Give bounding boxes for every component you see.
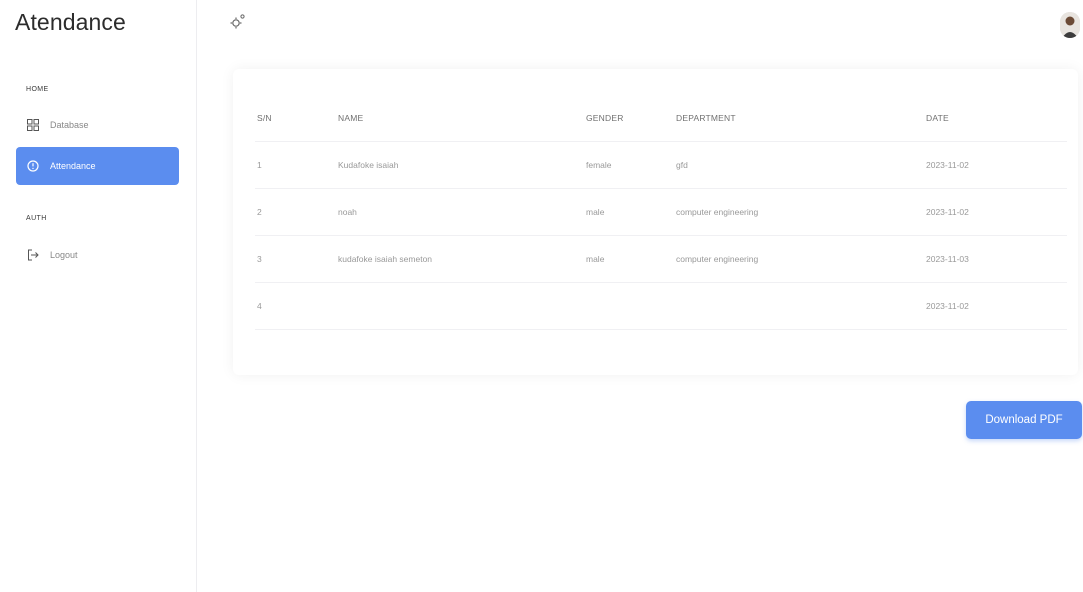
table-row: 4 2023-11-02 xyxy=(255,282,1067,330)
cell-department: computer engineering xyxy=(676,235,926,283)
cell-sn: 2 xyxy=(255,188,338,236)
table-row: 1 Kudafoke isaiah female gfd 2023-11-02 xyxy=(255,141,1067,189)
column-header-gender: GENDER xyxy=(586,95,676,142)
cell-date: 2023-11-02 xyxy=(926,282,1067,330)
column-header-department: DEPARTMENT xyxy=(676,95,926,142)
column-header-name: NAME xyxy=(338,95,586,142)
section-label-auth: AUTH xyxy=(26,215,47,222)
app-title: Atendance xyxy=(15,9,126,35)
cell-sn: 3 xyxy=(255,235,338,283)
sidebar-item-label: Logout xyxy=(50,250,78,260)
sidebar-item-attendance[interactable]: Attendance xyxy=(16,147,179,185)
cell-department: computer engineering xyxy=(676,188,926,236)
attendance-table: S/N NAME GENDER DEPARTMENT DATE 1 Kudafo… xyxy=(255,95,1067,330)
cell-gender xyxy=(586,282,676,330)
sidebar-item-database[interactable]: Database xyxy=(16,106,179,144)
cell-sn: 4 xyxy=(255,282,338,330)
attendance-table-card: S/N NAME GENDER DEPARTMENT DATE 1 Kudafo… xyxy=(233,69,1078,375)
cell-gender: male xyxy=(586,188,676,236)
table-row: 2 noah male computer engineering 2023-11… xyxy=(255,188,1067,236)
cell-name: noah xyxy=(338,188,586,236)
sidebar-item-logout[interactable]: Logout xyxy=(16,236,179,274)
section-label-home: HOME xyxy=(26,86,49,93)
cell-department: gfd xyxy=(676,141,926,189)
cell-name xyxy=(338,282,586,330)
logout-icon xyxy=(26,248,40,262)
sidebar-item-label: Database xyxy=(50,120,89,130)
table-header-row: S/N NAME GENDER DEPARTMENT DATE xyxy=(255,95,1067,142)
app-root: Atendance HOME Database Attendance AUTH … xyxy=(0,0,1083,592)
cell-date: 2023-11-03 xyxy=(926,235,1067,283)
cell-name: kudafoke isaiah semeton xyxy=(338,235,586,283)
column-header-date: DATE xyxy=(926,95,1067,142)
settings-button[interactable] xyxy=(226,13,248,35)
download-pdf-button[interactable]: Download PDF xyxy=(966,401,1082,439)
table-row: 3 kudafoke isaiah semeton male computer … xyxy=(255,235,1067,283)
user-avatar[interactable] xyxy=(1060,12,1080,38)
cell-department xyxy=(676,282,926,330)
column-header-sn: S/N xyxy=(255,95,338,142)
cell-name: Kudafoke isaiah xyxy=(338,141,586,189)
cell-gender: female xyxy=(586,141,676,189)
gear-icon xyxy=(228,13,246,36)
dashboard-grid-icon xyxy=(26,118,40,132)
cell-sn: 1 xyxy=(255,141,338,189)
sidebar-item-label: Attendance xyxy=(50,161,96,171)
sidebar: Atendance HOME Database Attendance AUTH … xyxy=(0,0,197,592)
cell-date: 2023-11-02 xyxy=(926,188,1067,236)
clock-icon xyxy=(26,159,40,173)
cell-date: 2023-11-02 xyxy=(926,141,1067,189)
cell-gender: male xyxy=(586,235,676,283)
